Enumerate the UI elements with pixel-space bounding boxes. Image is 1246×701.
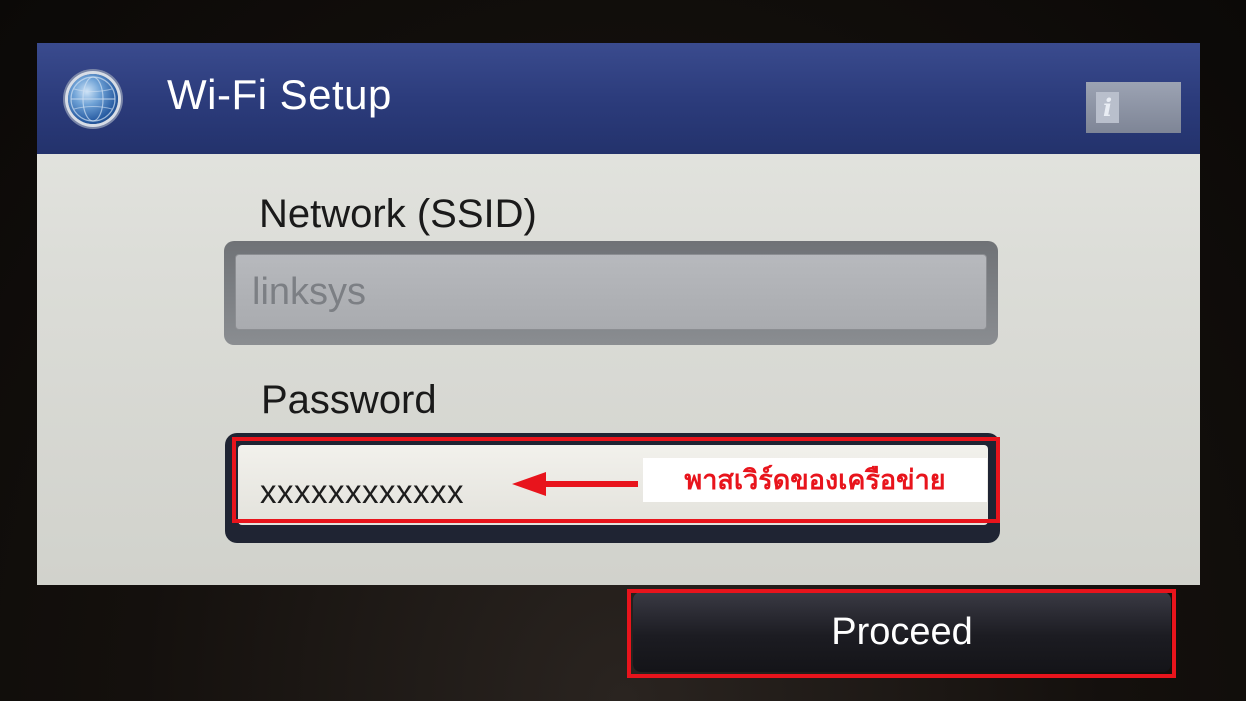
left-arrow-icon [512,472,638,496]
globe-icon [68,74,118,124]
password-annotation: พาสเวิร์ดของเครือข่าย [643,458,987,502]
ssid-label: Network (SSID) [259,192,537,236]
screen-title: Wi-Fi Setup [167,71,392,118]
password-label: Password [261,378,437,422]
info-icon: i [1096,92,1119,123]
info-button[interactable]: i [1086,82,1181,133]
ssid-field-inner: linksys [235,254,987,330]
device-bezel: Wi-Fi Setup i Network (SSID) linksys Pas… [0,0,1246,701]
ssid-field: linksys [224,241,998,345]
ssid-value: linksys [252,271,367,313]
title-bar: Wi-Fi Setup i [37,43,1200,154]
proceed-highlight-box [627,589,1176,678]
